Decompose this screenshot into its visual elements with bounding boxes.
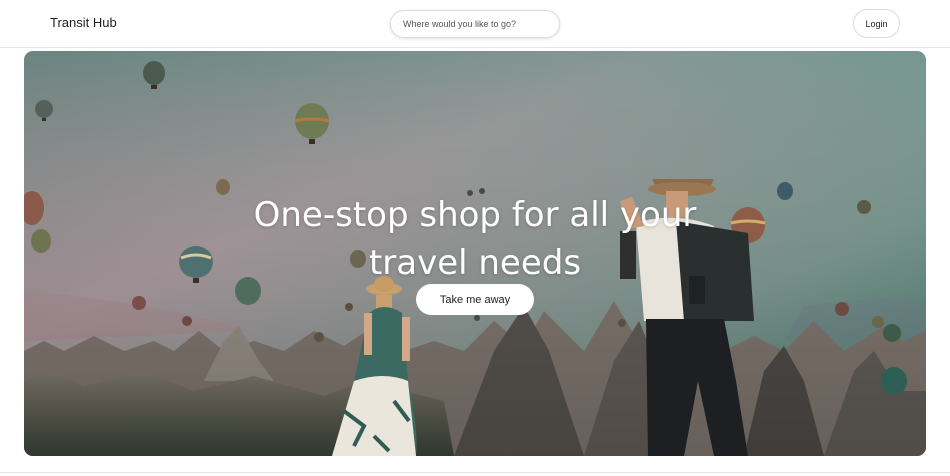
login-button[interactable]: Login — [853, 9, 900, 38]
search-input[interactable] — [390, 10, 560, 38]
hero-headline-line1: One-stop shop for all your — [253, 195, 697, 235]
hero-headline-line2: travel needs — [368, 243, 582, 283]
hero-banner: One-stop shop for all your travel needs … — [24, 51, 926, 456]
top-nav-bar: Transit Hub Login — [0, 0, 950, 48]
page-divider — [0, 472, 950, 473]
hero-headline: One-stop shop for all your travel needs — [24, 191, 926, 287]
take-me-away-button[interactable]: Take me away — [416, 284, 534, 315]
brand-logo-text[interactable]: Transit Hub — [50, 15, 117, 30]
